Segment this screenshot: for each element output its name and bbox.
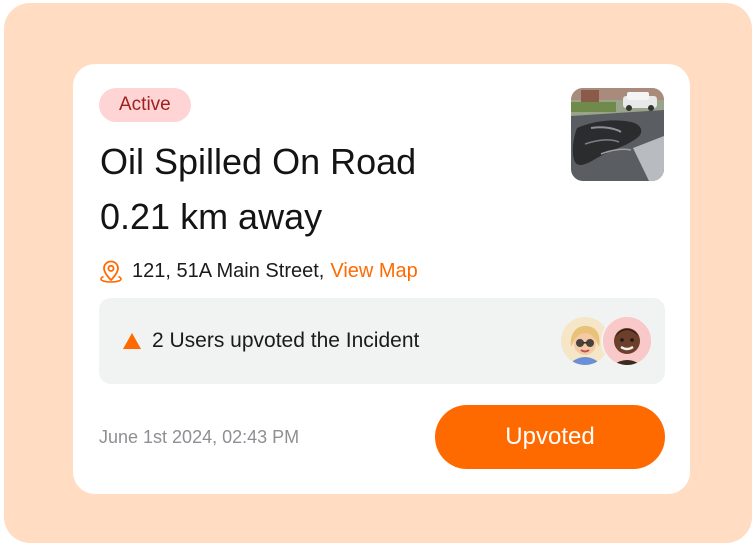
upvote-count-text: 2 Users upvoted the Incident	[152, 329, 420, 352]
avatar	[601, 315, 653, 367]
upvote-triangle-icon	[123, 333, 141, 349]
incident-address-row: 121, 51A Main Street, View Map	[99, 256, 418, 286]
incident-photo[interactable]	[571, 88, 664, 181]
incident-photo-image	[571, 88, 664, 181]
incident-title: Oil Spilled On Road	[100, 141, 417, 182]
incident-distance: 0.21 km away	[100, 196, 323, 237]
background-frame: Active Oil Spilled On Road 0.21 km away	[4, 3, 752, 543]
incident-card[interactable]: Active Oil Spilled On Road 0.21 km away	[73, 64, 690, 494]
incident-timestamp: June 1st 2024, 02:43 PM	[99, 427, 300, 447]
status-badge: Active	[99, 88, 191, 122]
upvote-summary: 2 Users upvoted the Incident	[99, 298, 665, 384]
address-text: 121, 51A Main Street,	[132, 259, 325, 282]
location-pin-icon	[100, 260, 122, 283]
view-map-link[interactable]: View Map	[330, 260, 417, 283]
upvoted-button[interactable]: Upvoted	[435, 405, 665, 469]
